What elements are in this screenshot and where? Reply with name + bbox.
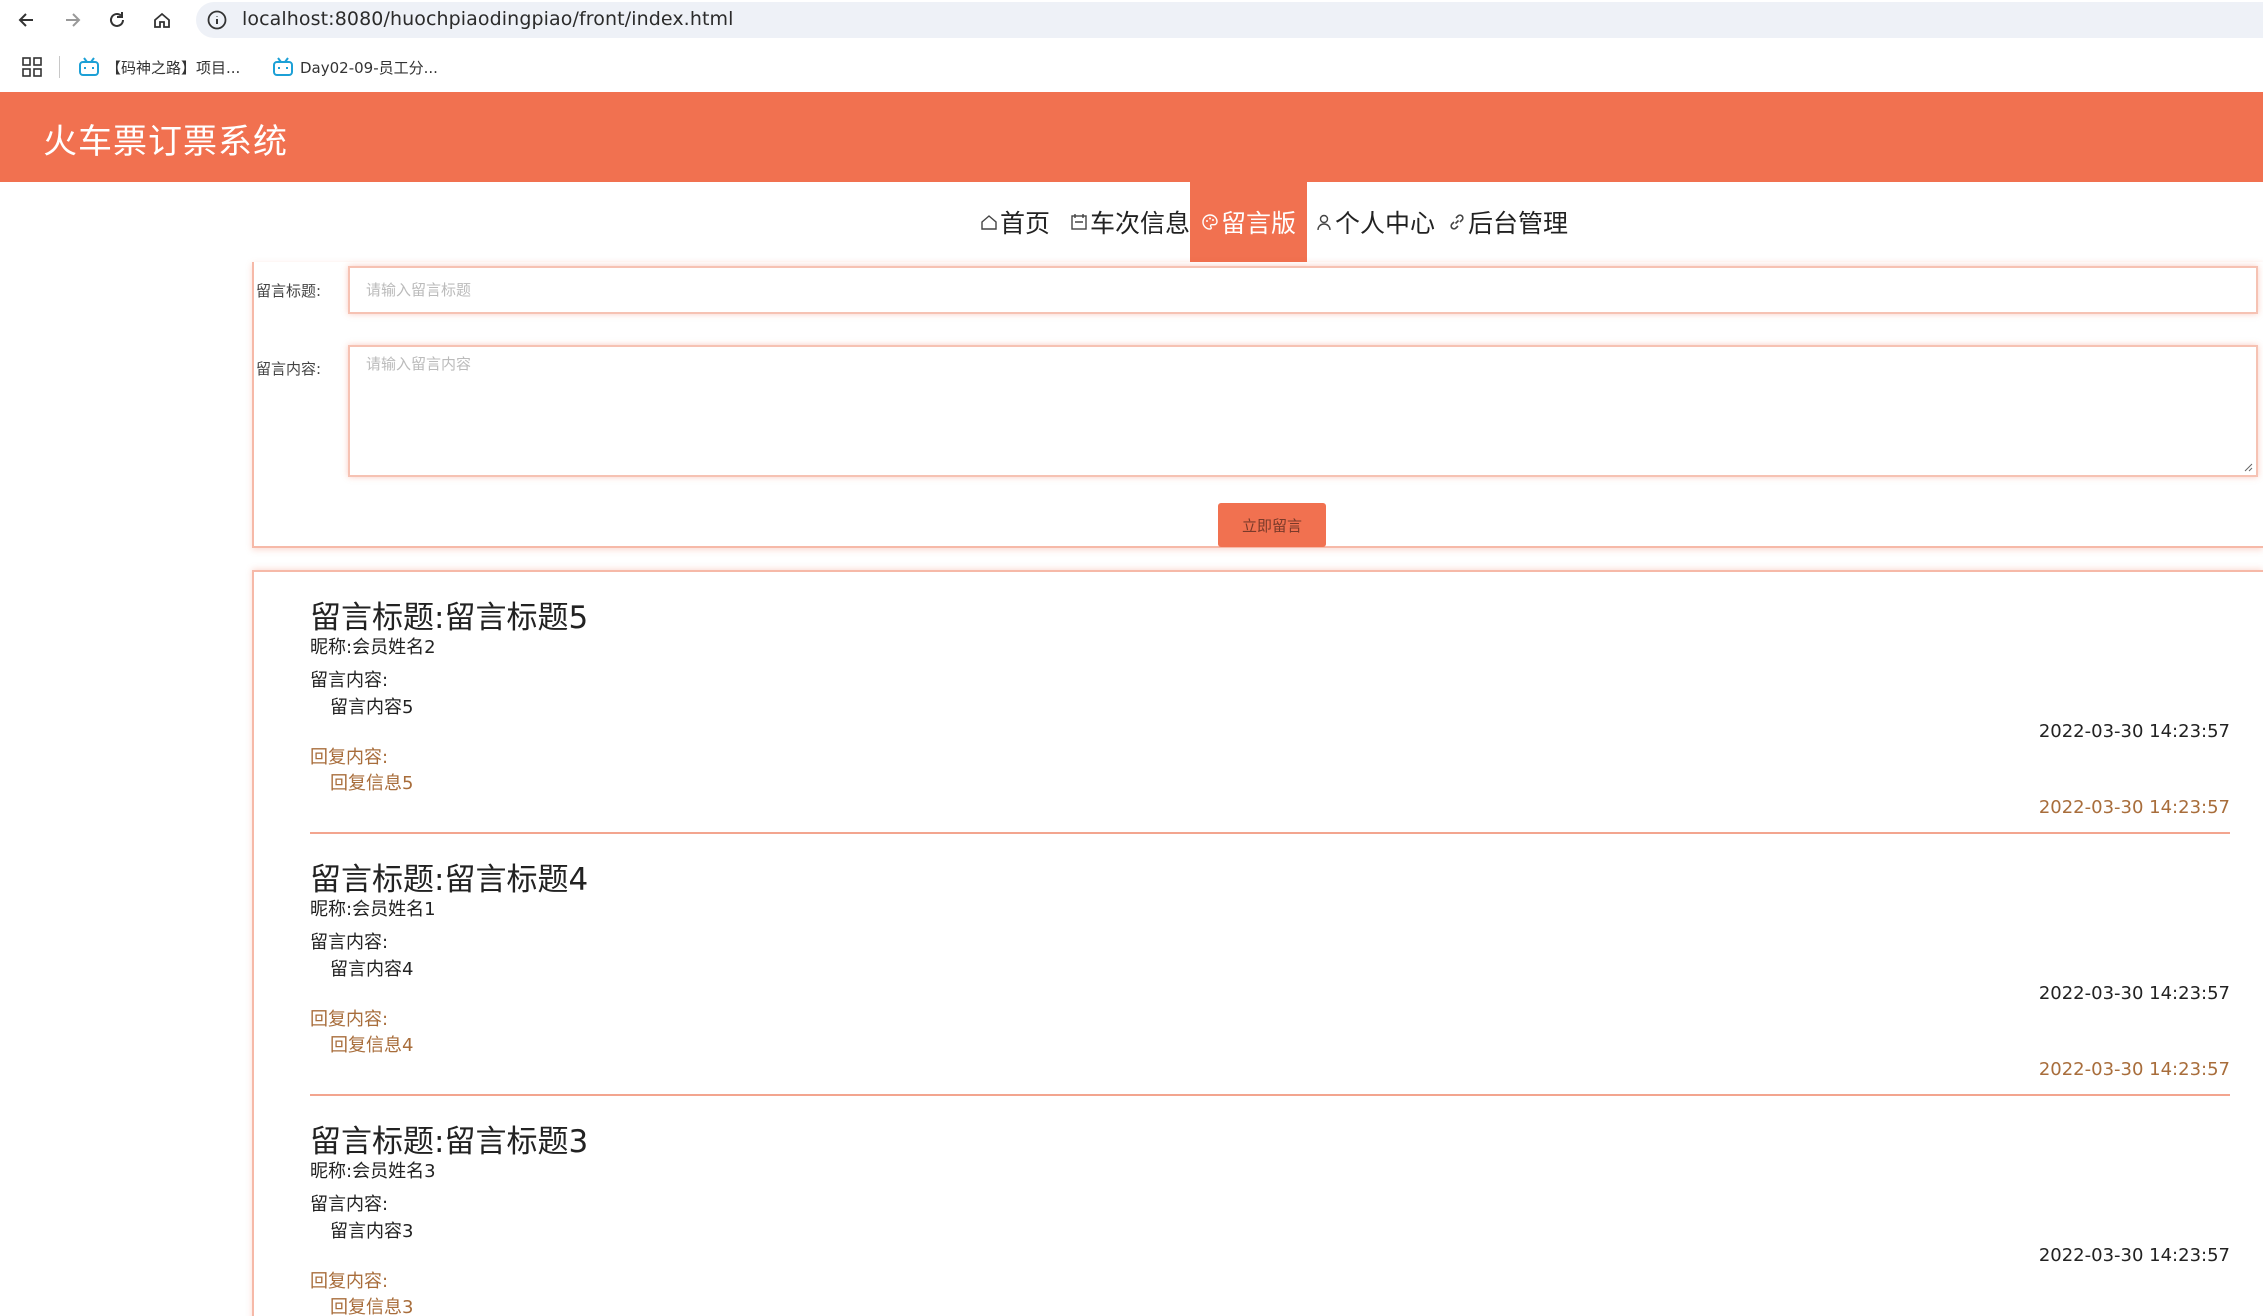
resize-handle-icon[interactable] — [2243, 462, 2253, 472]
reply-time: 2022-03-30 14:23:57 — [2038, 797, 2230, 818]
site-header: 火车票订票系统 — [0, 92, 2263, 182]
site-title: 火车票订票系统 — [43, 122, 288, 162]
nav-item-label: 个人中心 — [1335, 209, 1436, 238]
reply-content: 回复信息5 — [330, 773, 414, 794]
message-content-label: 留言内容: — [310, 1194, 389, 1215]
bookmark-label: Day02-09-员工分... — [300, 58, 438, 77]
home-button[interactable] — [147, 5, 177, 35]
message-nickname: 昵称:会员姓名3 — [310, 1161, 436, 1182]
address-bar[interactable]: localhost:8080/huochpiaodingpiao/front/i… — [196, 2, 2263, 38]
apps-grid-icon[interactable] — [22, 57, 42, 77]
home-icon — [981, 215, 997, 230]
nav-item-train-info[interactable]: 车次信息 — [1070, 182, 1190, 262]
bookmarks-bar: 【码神之路】项目... Day02-09-员工分... — [0, 46, 2263, 88]
message-title: 留言标题:留言标题4 — [310, 862, 589, 898]
bilibili-icon — [273, 57, 293, 76]
message-item: 留言标题:留言标题3 昵称:会员姓名3 留言内容: 留言内容3 2022-03-… — [310, 1116, 2230, 1316]
message-nickname: 昵称:会员姓名2 — [310, 637, 436, 658]
title-input[interactable]: 请输入留言标题 — [348, 266, 2258, 314]
forward-button[interactable] — [57, 5, 87, 35]
home-icon — [154, 12, 170, 28]
link-icon — [1450, 214, 1464, 230]
message-content: 留言内容5 — [330, 697, 414, 718]
nav-item-label: 后台管理 — [1468, 209, 1569, 238]
bilibili-icon — [79, 57, 99, 76]
calendar-icon — [1071, 214, 1087, 230]
reply-time: 2022-03-30 14:23:57 — [2038, 1059, 2230, 1080]
reply-content: 回复信息3 — [330, 1297, 414, 1316]
reply-label: 回复内容: — [310, 747, 389, 768]
message-time: 2022-03-30 14:23:57 — [2038, 983, 2230, 1004]
browser-toolbar: localhost:8080/huochpiaodingpiao/front/i… — [0, 0, 2263, 40]
message-item: 留言标题:留言标题5 昵称:会员姓名2 留言内容: 留言内容5 2022-03-… — [310, 592, 2230, 854]
bookmark-item-2[interactable]: Day02-09-员工分... — [272, 54, 438, 80]
nav-item-message-board[interactable]: 留言版 — [1190, 182, 1308, 262]
nav-item-home[interactable]: 首页 — [980, 182, 1050, 262]
submit-message-button[interactable]: 立即留言 — [1218, 503, 1326, 547]
message-item: 留言标题:留言标题4 昵称:会员姓名1 留言内容: 留言内容4 2022-03-… — [310, 854, 2230, 1116]
site-info-icon[interactable] — [206, 9, 228, 31]
message-content-label: 留言内容: — [310, 670, 389, 691]
message-divider — [310, 1094, 2230, 1096]
message-list: 留言标题:留言标题5 昵称:会员姓名2 留言内容: 留言内容5 2022-03-… — [252, 570, 2263, 1316]
main-nav: 首页 车次信息 留言版 个人中心 后台管理 — [0, 182, 2263, 262]
forward-arrow-icon — [66, 13, 81, 27]
message-time: 2022-03-30 14:23:57 — [2038, 721, 2230, 742]
user-icon — [1317, 214, 1331, 231]
reply-label: 回复内容: — [310, 1009, 389, 1030]
back-arrow-icon — [18, 13, 33, 27]
palette-icon — [1202, 214, 1218, 230]
reply-content: 回复信息4 — [330, 1035, 414, 1056]
nav-item-label: 首页 — [1000, 209, 1051, 238]
message-form: 留言标题: 请输入留言标题 留言内容: 请输入留言内容 立即留言 — [252, 262, 2263, 548]
message-title: 留言标题:留言标题5 — [310, 600, 589, 636]
nav-item-label: 留言版 — [1221, 209, 1297, 238]
reload-icon — [110, 12, 124, 27]
message-content-label: 留言内容: — [310, 932, 389, 953]
message-time: 2022-03-30 14:23:57 — [2038, 1245, 2230, 1266]
back-button[interactable] — [12, 5, 42, 35]
bookmark-item-1[interactable]: 【码神之路】项目... — [78, 54, 240, 80]
bookmark-label: 【码神之路】项目... — [106, 58, 241, 77]
content-label: 留言内容: — [256, 360, 322, 378]
content-textarea[interactable]: 请输入留言内容 — [348, 345, 2258, 477]
content-placeholder: 请输入留言内容 — [366, 355, 472, 373]
reload-button[interactable] — [102, 5, 132, 35]
nav-item-personal-center[interactable]: 个人中心 — [1315, 182, 1435, 262]
message-content: 留言内容4 — [330, 959, 414, 980]
title-placeholder: 请输入留言标题 — [366, 281, 472, 299]
message-nickname: 昵称:会员姓名1 — [310, 899, 436, 920]
message-divider — [310, 832, 2230, 834]
nav-item-label: 车次信息 — [1090, 209, 1191, 238]
reply-label: 回复内容: — [310, 1271, 389, 1292]
message-title: 留言标题:留言标题3 — [310, 1124, 589, 1160]
message-content: 留言内容3 — [330, 1221, 414, 1242]
url-text: localhost:8080/huochpiaodingpiao/front/i… — [242, 8, 734, 30]
bookmarks-separator — [59, 56, 60, 78]
nav-item-admin[interactable]: 后台管理 — [1448, 182, 1568, 262]
title-label: 留言标题: — [256, 282, 322, 300]
